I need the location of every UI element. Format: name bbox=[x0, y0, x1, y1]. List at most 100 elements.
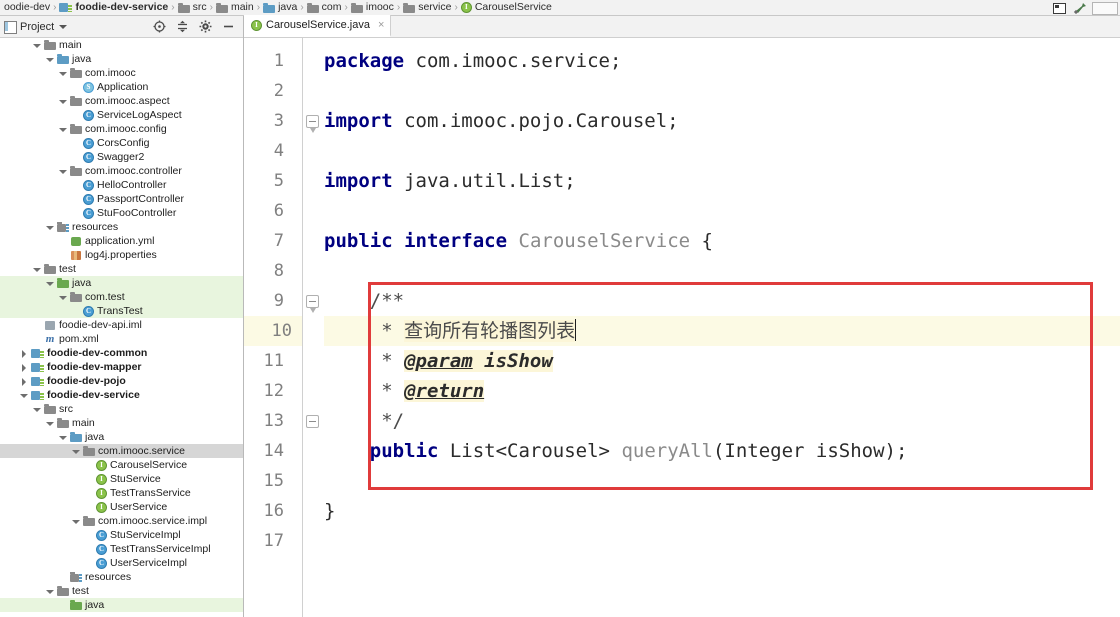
code-editor[interactable]: 1 2 3 4 5 6 7 8 9 10 11 12 13 14 15 16 17 package com.im… bbox=[244, 38, 1120, 617]
tree-item-main[interactable]: main bbox=[0, 38, 243, 52]
line-number-gutter[interactable]: 1 2 3 4 5 6 7 8 9 10 11 12 13 14 15 16 17 bbox=[244, 38, 302, 617]
close-icon[interactable]: × bbox=[378, 19, 384, 31]
line-number-15[interactable]: 15 bbox=[244, 466, 294, 496]
chevron-down-icon[interactable] bbox=[32, 265, 41, 274]
tree-item-passportcontroller[interactable]: C PassportController bbox=[0, 192, 243, 206]
tree-item-test[interactable]: test bbox=[0, 262, 243, 276]
tree-item-pom-xml[interactable]: m pom.xml bbox=[0, 332, 243, 346]
line-number-13[interactable]: 13 bbox=[244, 406, 294, 436]
line-number-8[interactable]: 8 bbox=[244, 256, 294, 286]
tree-item-resources[interactable]: resources bbox=[0, 220, 243, 234]
project-tree[interactable]: main java com.imooc S Application com.imooc.a… bbox=[0, 38, 243, 617]
line-number-11[interactable]: 11 bbox=[244, 346, 294, 376]
code-line-3[interactable]: import com.imooc.pojo.Carousel; bbox=[324, 106, 679, 136]
chevron-right-icon[interactable] bbox=[19, 349, 28, 358]
breadcrumb-item-java[interactable]: java bbox=[261, 0, 299, 15]
code-line-1[interactable]: package com.imooc.service; bbox=[324, 46, 621, 76]
tree-item-com-imooc-aspect[interactable]: com.imooc.aspect bbox=[0, 94, 243, 108]
tree-item-stuserviceimpl[interactable]: C StuServiceImpl bbox=[0, 528, 243, 542]
code-line-16[interactable]: } bbox=[324, 496, 335, 526]
tree-item-servicelogaspect[interactable]: C ServiceLogAspect bbox=[0, 108, 243, 122]
tree-item-log4j-properties[interactable]: log4j.properties bbox=[0, 248, 243, 262]
tree-item-foodie-dev-mapper[interactable]: foodie-dev-mapper bbox=[0, 360, 243, 374]
tree-item-carouselservice[interactable]: I CarouselService bbox=[0, 458, 243, 472]
tree-item-src[interactable]: src bbox=[0, 402, 243, 416]
tree-item-foodie-dev-service[interactable]: foodie-dev-service bbox=[0, 388, 243, 402]
chevron-down-icon[interactable] bbox=[45, 55, 54, 64]
chevron-down-icon[interactable] bbox=[19, 391, 28, 400]
breadcrumb-item-oodie-dev[interactable]: oodie-dev bbox=[2, 0, 52, 15]
tree-item-swagger2[interactable]: C Swagger2 bbox=[0, 150, 243, 164]
code-line-14[interactable]: public List<Carousel> queryAll(Integer i… bbox=[324, 436, 908, 466]
line-number-3[interactable]: 3 bbox=[244, 106, 294, 136]
chevron-down-icon[interactable] bbox=[45, 587, 54, 596]
tree-item-java[interactable]: java bbox=[0, 430, 243, 444]
tree-item-java[interactable]: java bbox=[0, 598, 243, 612]
tree-item-java[interactable]: java bbox=[0, 276, 243, 290]
editor-tab-carouselservice[interactable]: I CarouselService.java × bbox=[244, 15, 392, 37]
tree-item-foodie-dev-common[interactable]: foodie-dev-common bbox=[0, 346, 243, 360]
collapse-all-icon[interactable] bbox=[175, 20, 189, 34]
code-line-13[interactable]: */ bbox=[324, 406, 404, 436]
chevron-right-icon[interactable] bbox=[19, 377, 28, 386]
line-number-2[interactable]: 2 bbox=[244, 76, 294, 106]
fold-marker-line-9[interactable] bbox=[306, 295, 319, 313]
line-number-7[interactable]: 7 bbox=[244, 226, 294, 256]
tree-item-transtest[interactable]: C TransTest bbox=[0, 304, 243, 318]
tree-item-testtransserviceimpl[interactable]: C TestTransServiceImpl bbox=[0, 542, 243, 556]
layout-window-icon[interactable] bbox=[1052, 1, 1067, 15]
line-number-14[interactable]: 14 bbox=[244, 436, 294, 466]
chevron-down-icon[interactable] bbox=[58, 97, 67, 106]
chevron-down-icon[interactable] bbox=[58, 293, 67, 302]
line-number-9[interactable]: 9 bbox=[244, 286, 294, 316]
breadcrumb-item-service[interactable]: service bbox=[401, 0, 453, 15]
chevron-down-icon[interactable] bbox=[58, 167, 67, 176]
breadcrumb-item-src[interactable]: src bbox=[176, 0, 209, 15]
tree-item-com-imooc-service[interactable]: com.imooc.service bbox=[0, 444, 243, 458]
chevron-right-icon[interactable] bbox=[19, 363, 28, 372]
tree-item-com-imooc[interactable]: com.imooc bbox=[0, 66, 243, 80]
tree-item-foodie-dev-api-iml[interactable]: foodie-dev-api.iml bbox=[0, 318, 243, 332]
tree-item-resources[interactable]: resources bbox=[0, 570, 243, 584]
chevron-down-icon[interactable] bbox=[59, 24, 68, 29]
navbar-search-field[interactable] bbox=[1092, 1, 1118, 15]
code-line-5[interactable]: import java.util.List; bbox=[324, 166, 576, 196]
chevron-down-icon[interactable] bbox=[45, 223, 54, 232]
chevron-down-icon[interactable] bbox=[58, 69, 67, 78]
chevron-down-icon[interactable] bbox=[71, 517, 80, 526]
tree-item-stufoocontroller[interactable]: C StuFooController bbox=[0, 206, 243, 220]
tree-item-application[interactable]: S Application bbox=[0, 80, 243, 94]
chevron-down-icon[interactable] bbox=[45, 279, 54, 288]
chevron-down-icon[interactable] bbox=[32, 405, 41, 414]
line-number-17[interactable]: 17 bbox=[244, 526, 294, 556]
code-line-7[interactable]: public interface CarouselService { bbox=[324, 226, 713, 256]
chevron-down-icon[interactable] bbox=[71, 447, 80, 456]
breadcrumb-item-carouselservice[interactable]: I CarouselService bbox=[459, 0, 554, 15]
tree-item-com-imooc-controller[interactable]: com.imooc.controller bbox=[0, 164, 243, 178]
code-line-10[interactable]: * 查询所有轮播图列表 bbox=[324, 316, 577, 346]
line-number-4[interactable]: 4 bbox=[244, 136, 294, 166]
code-content[interactable]: package com.imooc.service; import com.imo… bbox=[324, 38, 1120, 617]
hide-minimize-icon[interactable] bbox=[221, 20, 235, 34]
tree-item-hellocontroller[interactable]: C HelloController bbox=[0, 178, 243, 192]
locate-target-icon[interactable] bbox=[152, 20, 166, 34]
breadcrumb-item-imooc[interactable]: imooc bbox=[349, 0, 396, 15]
tree-item-foodie-dev-pojo[interactable]: foodie-dev-pojo bbox=[0, 374, 243, 388]
code-line-9[interactable]: /** bbox=[324, 286, 404, 316]
fold-marker-line-3[interactable] bbox=[306, 115, 319, 133]
line-number-1[interactable]: 1 bbox=[244, 46, 294, 76]
build-hammer-icon[interactable] bbox=[1072, 1, 1087, 15]
tree-item-com-imooc-config[interactable]: com.imooc.config bbox=[0, 122, 243, 136]
tree-item-com-test[interactable]: com.test bbox=[0, 290, 243, 304]
tree-item-java[interactable]: java bbox=[0, 52, 243, 66]
tree-item-com-imooc-service-impl[interactable]: com.imooc.service.impl bbox=[0, 514, 243, 528]
chevron-down-icon[interactable] bbox=[58, 433, 67, 442]
fold-marker-line-13[interactable] bbox=[306, 415, 319, 428]
line-number-6[interactable]: 6 bbox=[244, 196, 294, 226]
line-number-16[interactable]: 16 bbox=[244, 496, 294, 526]
tree-item-stuservice[interactable]: I StuService bbox=[0, 472, 243, 486]
line-number-5[interactable]: 5 bbox=[244, 166, 294, 196]
settings-gear-icon[interactable] bbox=[198, 20, 212, 34]
tree-item-corsconfig[interactable]: C CorsConfig bbox=[0, 136, 243, 150]
tree-item-test[interactable]: test bbox=[0, 584, 243, 598]
